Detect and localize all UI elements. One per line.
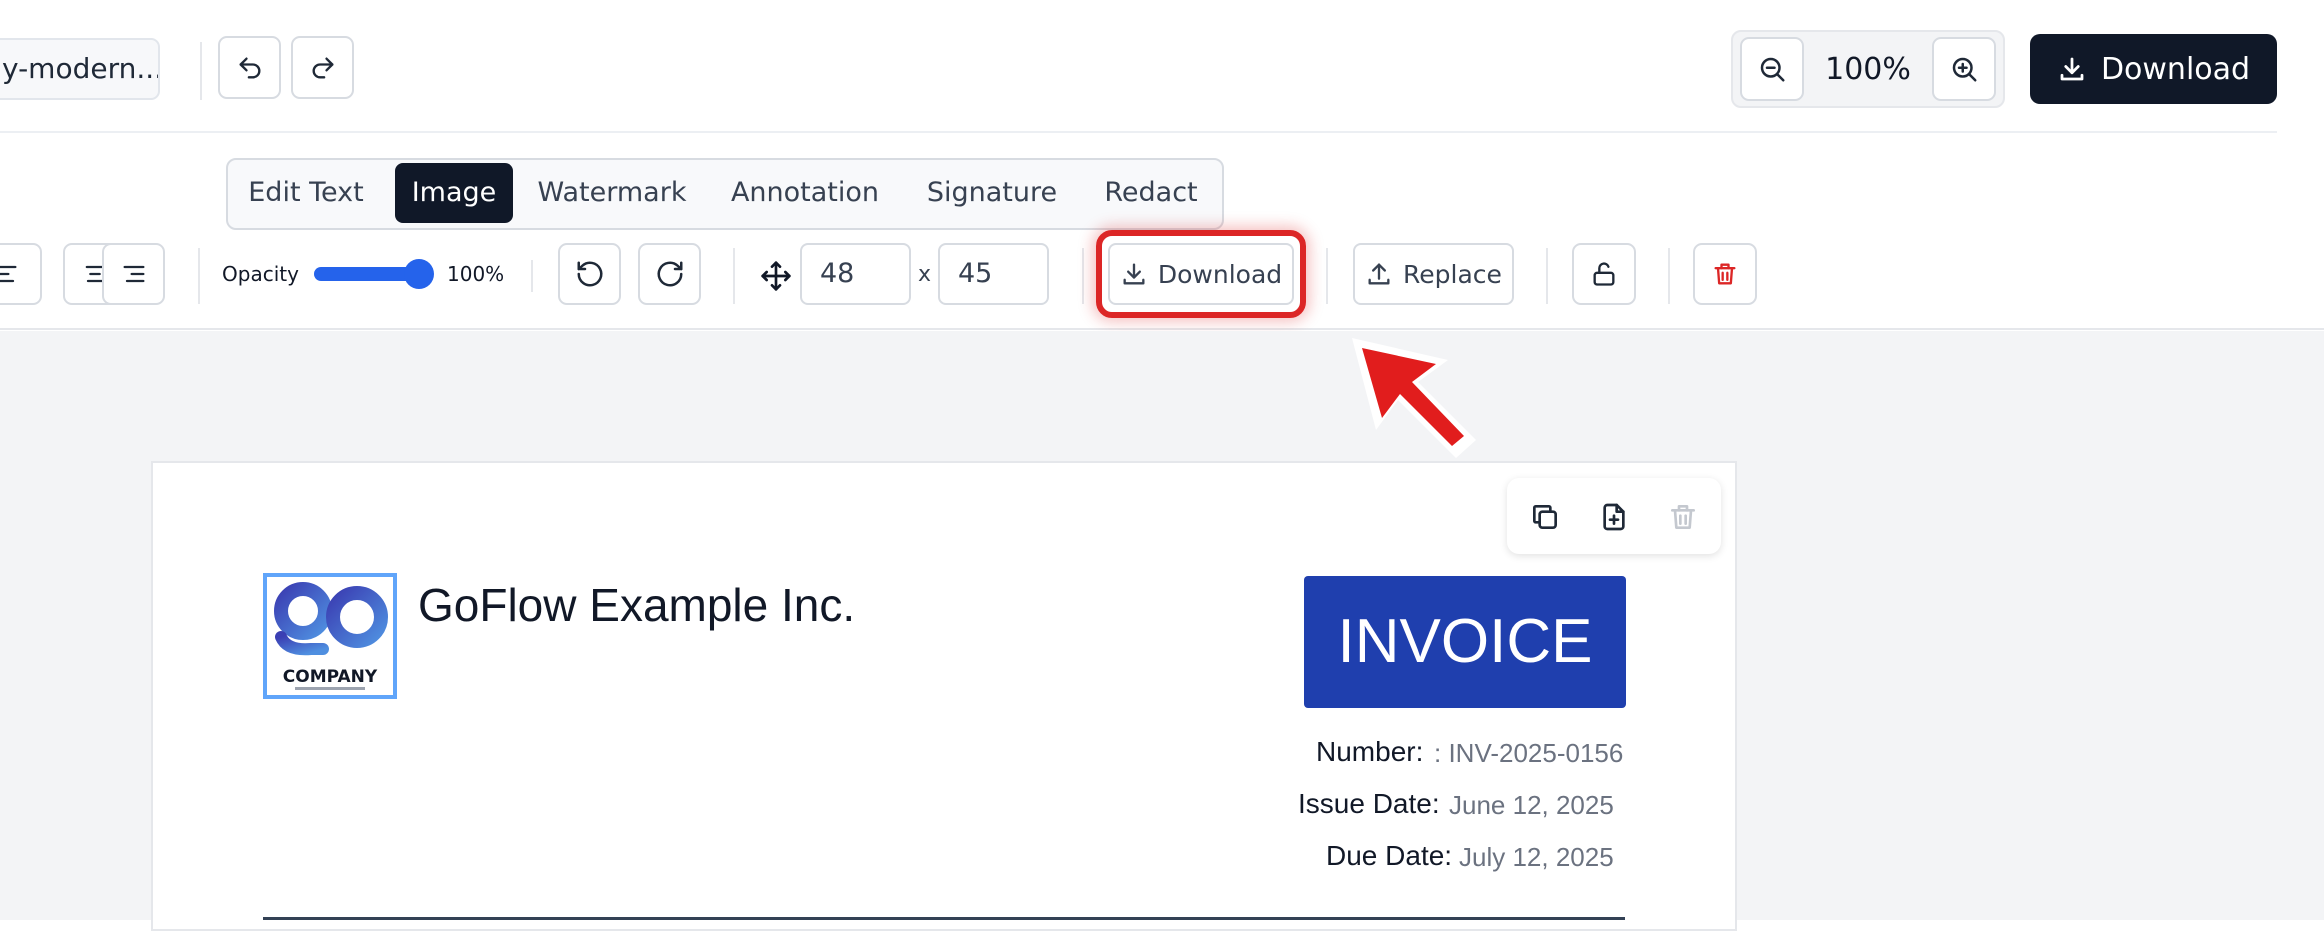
rotate-left-button[interactable] xyxy=(558,243,621,305)
opacity-slider[interactable] xyxy=(314,259,434,289)
redo-button[interactable] xyxy=(291,36,354,99)
divider xyxy=(200,42,202,100)
tab-edit-text[interactable]: Edit Text xyxy=(234,163,378,223)
invoice-title-badge: INVOICE xyxy=(1304,576,1626,708)
issue-date-label: Issue Date: xyxy=(1298,788,1440,819)
pointer-arrow-icon xyxy=(1340,332,1480,462)
size-separator: x xyxy=(918,262,932,287)
delete-page-icon[interactable] xyxy=(1667,501,1699,533)
divider xyxy=(1082,248,1084,304)
align-left-icon xyxy=(0,260,20,288)
add-page-icon[interactable] xyxy=(1598,501,1630,533)
align-right-button[interactable] xyxy=(102,243,165,305)
divider xyxy=(733,248,735,304)
align-right-icon xyxy=(120,260,148,288)
download-icon xyxy=(2057,54,2087,84)
company-name: GoFlow Example Inc. xyxy=(418,579,856,631)
download-document-button[interactable]: Download xyxy=(2030,34,2277,104)
redo-icon xyxy=(309,54,337,82)
zoom-out-button[interactable] xyxy=(1740,37,1804,101)
divider xyxy=(531,260,533,292)
height-input[interactable]: 45 xyxy=(938,243,1049,305)
download-image-button[interactable]: Download xyxy=(1108,243,1294,305)
opacity-label: Opacity xyxy=(222,262,299,286)
unlock-icon xyxy=(1590,260,1618,288)
rotate-left-icon xyxy=(575,259,605,289)
download-icon xyxy=(1120,260,1148,288)
divider xyxy=(0,131,2277,133)
rotate-right-button[interactable] xyxy=(638,243,701,305)
divider xyxy=(1668,248,1670,304)
duplicate-page-icon[interactable] xyxy=(1529,501,1561,533)
logo-text: COMPANY xyxy=(282,667,378,687)
due-date-label: Due Date: xyxy=(1326,840,1453,871)
top-toolbar: y-modern... 100% Download xyxy=(0,0,2324,133)
download-label: Download xyxy=(1157,259,1283,289)
logo-tagline xyxy=(295,687,365,690)
opacity-slider-thumb[interactable] xyxy=(404,259,434,289)
tab-redact[interactable]: Redact xyxy=(1092,163,1210,223)
issue-date-value: June 12, 2025 xyxy=(1449,790,1614,820)
align-left-button[interactable] xyxy=(0,243,42,305)
zoom-in-icon xyxy=(1949,54,1979,84)
delete-image-button[interactable] xyxy=(1693,243,1757,305)
filename-field[interactable]: y-modern... xyxy=(0,38,160,100)
zoom-out-icon xyxy=(1757,54,1787,84)
number-label: Number: xyxy=(1316,736,1424,767)
lock-toggle-button[interactable] xyxy=(1572,243,1636,305)
divider xyxy=(1326,248,1328,304)
divider xyxy=(198,248,200,304)
undo-icon xyxy=(236,54,264,82)
number-value: : INV-2025-0156 xyxy=(1434,738,1624,768)
tab-watermark[interactable]: Watermark xyxy=(528,163,696,223)
upload-icon xyxy=(1365,260,1393,288)
company-logo-image[interactable]: COMPANY xyxy=(263,573,397,699)
zoom-in-button[interactable] xyxy=(1932,37,1996,101)
divider xyxy=(1546,248,1548,304)
move-icon[interactable] xyxy=(760,260,792,292)
tab-signature[interactable]: Signature xyxy=(912,163,1072,223)
opacity-value: 100% xyxy=(447,262,505,286)
tab-annotation[interactable]: Annotation xyxy=(718,163,892,223)
due-date-value: July 12, 2025 xyxy=(1459,842,1614,872)
tab-image[interactable]: Image xyxy=(395,163,513,223)
trash-icon xyxy=(1711,260,1739,288)
zoom-level: 100% xyxy=(1825,52,1911,87)
replace-image-button[interactable]: Replace xyxy=(1353,243,1514,305)
download-label: Download xyxy=(2100,51,2251,87)
replace-label: Replace xyxy=(1403,259,1502,289)
width-input[interactable]: 48 xyxy=(800,243,911,305)
rotate-right-icon xyxy=(655,259,685,289)
undo-button[interactable] xyxy=(218,36,281,99)
